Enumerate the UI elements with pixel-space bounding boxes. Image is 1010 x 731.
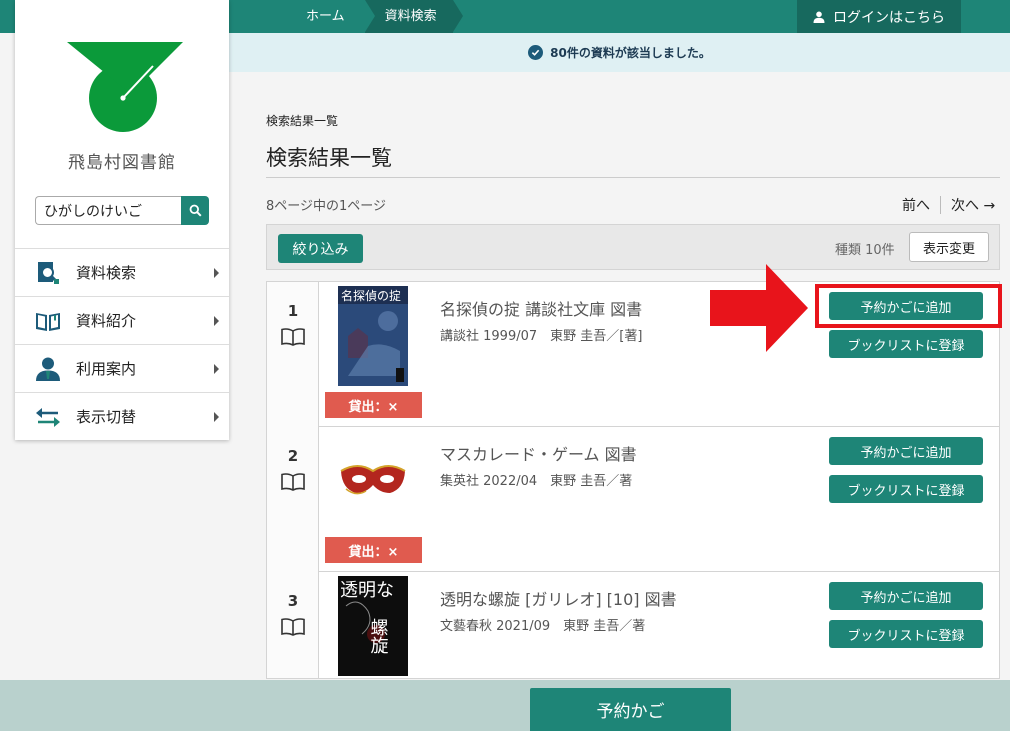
sidebar-item-label: 表示切替 [76,408,137,426]
book-cover[interactable] [338,431,408,531]
swap-arrows-icon [35,404,61,430]
cover-title: 透明な [340,580,394,601]
book-cover-image: 透明な 螺旋 [338,576,408,676]
sidebar-item-guide[interactable]: 利用案内 [15,344,229,392]
notice-text: 80件の資料が該当しました。 [550,46,711,60]
book-cover[interactable]: 透明な 螺旋 [338,576,408,676]
row-number-cell: 3 [267,572,319,678]
pagination: 前へ 次へ → [902,195,995,215]
book-cover[interactable]: 名探偵の掟 [338,286,408,386]
add-to-booklist-button[interactable]: ブックリストに登録 [829,475,983,503]
cover-title: 名探偵の掟 [341,288,401,303]
page-info: 8ページ中の1ページ [266,199,387,214]
open-book-icon [35,308,61,334]
row-number: 2 [287,447,299,465]
search-button[interactable] [181,196,209,225]
sidebar-item-label: 資料検索 [76,264,137,282]
loan-status-badge: 貸出：× [325,537,422,563]
add-to-booklist-button[interactable]: ブックリストに登録 [829,620,983,648]
book-meta: 講談社 1999/07 東野 圭吾／[著] [440,329,643,344]
breadcrumb-small-title: 検索結果一覧 [266,114,339,128]
row-number-cell: 2 [267,427,319,572]
annotation-highlight-box [815,284,1002,328]
book-icon [281,328,305,346]
prev-page-link[interactable]: 前へ [902,195,930,215]
reservation-cart-button[interactable]: 予約かご [530,688,731,731]
result-toolbar: 絞り込み 種類 10件 表示変更 [266,224,1000,270]
add-to-cart-button[interactable]: 予約かごに追加 [829,437,983,465]
book-icon [281,618,305,636]
user-icon [813,11,825,23]
book-meta: 文藝春秋 2021/09 東野 圭吾／著 [440,619,646,634]
chevron-right-icon [214,268,219,278]
library-name: 飛島村図書館 [68,153,176,173]
chevron-right-icon [214,316,219,326]
result-list: 1 名探偵の掟 貸出：× 名探偵の掟 講談社文庫 図書 講談社 1999/07 … [266,281,1000,679]
sidebar-item-display-switch[interactable]: 表示切替 [15,392,229,440]
sidebar-menu: 資料検索 資料紹介 利用案内 表示切替 [15,248,229,440]
breadcrumb-home[interactable]: ホーム [290,0,365,33]
sidebar-item-search[interactable]: 資料検索 [15,248,229,296]
login-button[interactable]: ログインはこちら [797,0,961,33]
row-number: 3 [287,592,299,610]
next-page-link[interactable]: 次へ → [951,195,995,215]
add-to-booklist-button[interactable]: ブックリストに登録 [829,330,983,358]
bottom-bar [0,680,1010,731]
book-meta: 集英社 2022/04 東野 圭吾／著 [440,474,633,489]
sidebar-item-label: 資料紹介 [76,312,137,330]
user-info-icon [35,356,61,382]
divider [266,177,1000,178]
book-title-link[interactable]: 透明な螺旋 [ガリレオ] [10] 図書 [440,586,677,610]
add-to-cart-button[interactable]: 予約かごに追加 [829,582,983,610]
masquerade-mask-icon [338,431,408,531]
breadcrumb: ホーム 資料検索 [290,0,463,33]
search-input[interactable] [35,196,181,225]
result-row: 3 透明な 螺旋 透明な螺旋 [ガリレオ] [10] 図書 文藝春秋 2021/… [267,572,999,678]
sidebar: 飛島村図書館 資料検索 [15,0,229,440]
chevron-right-icon [214,364,219,374]
filter-button[interactable]: 絞り込み [278,234,363,263]
display-change-button[interactable]: 表示変更 [909,232,989,262]
library-logo [67,42,183,132]
type-count: 種類 10件 [835,243,895,258]
row-number-cell: 1 [267,282,319,427]
chevron-right-icon [214,412,219,422]
sidebar-item-introduction[interactable]: 資料紹介 [15,296,229,344]
sidebar-item-label: 利用案内 [76,360,137,378]
loan-status-badge: 貸出：× [325,392,422,418]
book-cover-image: 名探偵の掟 [338,286,408,386]
book-title-link[interactable]: 名探偵の掟 講談社文庫 図書 [440,296,642,320]
search-document-icon [35,260,61,286]
row-number: 1 [287,302,299,320]
login-label: ログインはこちら [833,9,945,26]
annotation-arrow-icon [710,264,808,352]
check-circle-icon [528,45,544,60]
page-title: 検索結果一覧 [266,146,392,170]
book-title-link[interactable]: マスカレード・ゲーム 図書 [440,441,637,465]
search-icon [189,204,202,217]
book-icon [281,473,305,491]
cover-title: 螺旋 [368,618,389,654]
breadcrumb-current: 資料検索 [364,0,463,33]
divider [940,196,941,214]
result-row: 2 貸出：× マスカレード・ゲーム 図書 集英社 2022/04 東野 圭吾／著… [267,427,999,572]
result-notice: 80件の資料が該当しました。 [229,33,1010,72]
